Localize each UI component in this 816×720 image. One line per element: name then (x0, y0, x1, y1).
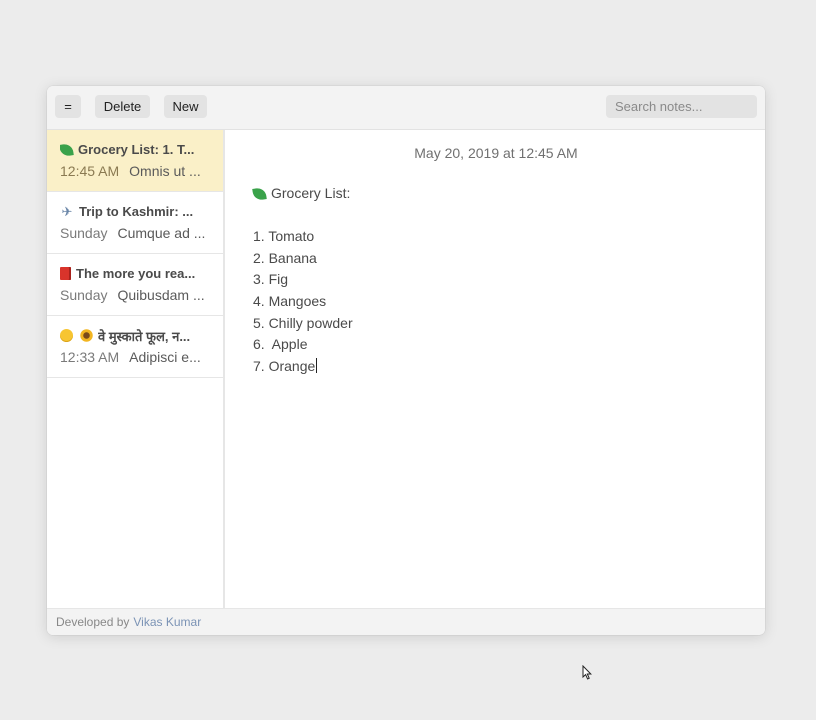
mouse-pointer-icon (582, 665, 592, 680)
list-item: 2. Banana (253, 249, 317, 266)
note-meta: 12:33 AM Adipisci e... (60, 347, 211, 367)
leaf-icon (60, 142, 74, 157)
note-preview: Omnis ut ... (129, 163, 201, 179)
note-title-row: Grocery List: 1. T... (60, 140, 211, 159)
note-heading-text: Grocery List: (271, 185, 351, 201)
plane-icon: ✈ (61, 203, 73, 219)
leaf-icon (252, 186, 267, 201)
note-preview: Quibusdam ... (117, 287, 205, 303)
note-title-row: The more you rea... (60, 264, 211, 283)
note-title: Trip to Kashmir: ... (79, 204, 194, 219)
note-title: Grocery List: 1. T... (78, 142, 195, 157)
list-item-text: 7. Orange (253, 357, 316, 374)
author-link[interactable]: Vikas Kumar (133, 615, 201, 629)
note-time: 12:33 AM (60, 349, 120, 365)
list-item: 4. Mangoes (253, 292, 327, 309)
list-item: 1. Tomato (253, 228, 315, 245)
note-preview: Cumque ad ... (117, 225, 206, 241)
note-list-item-reading[interactable]: The more you rea... Sunday Quibusdam ... (47, 254, 223, 316)
footer-prefix: Developed by (56, 615, 130, 629)
note-date: May 20, 2019 at 12:45 AM (414, 145, 578, 161)
search-input[interactable] (606, 95, 757, 118)
note-meta: 12:45 AM Omnis ut ... (60, 161, 211, 181)
note-editor[interactable]: May 20, 2019 at 12:45 AM Grocery List: 1… (227, 130, 765, 608)
note-title: वे मुस्काते फूल, न... (98, 328, 191, 344)
app-window: = Delete New Grocery List: 1. T... 12:45… (47, 86, 765, 635)
delete-button[interactable]: Delete (95, 95, 150, 118)
notes-list: Grocery List: 1. T... 12:45 AM Omnis ut … (47, 130, 225, 608)
note-title-row: वे मुस्काते फूल, न... (60, 326, 211, 345)
note-list-item-trip[interactable]: ✈ Trip to Kashmir: ... Sunday Cumque ad … (47, 192, 223, 254)
text-caret (316, 357, 318, 373)
note-title: The more you rea... (76, 266, 196, 281)
list-item: 3. Fig (253, 271, 289, 288)
note-preview: Adipisci e... (129, 349, 201, 365)
sunflower-icon (80, 329, 93, 342)
footer: Developed by Vikas Kumar (47, 608, 765, 635)
list-item: 6. Apple (253, 336, 308, 353)
toolbar: = Delete New (47, 86, 765, 130)
note-list-item-grocery[interactable]: Grocery List: 1. T... 12:45 AM Omnis ut … (47, 130, 223, 192)
note-time: 12:45 AM (60, 163, 120, 179)
note-time: Sunday (60, 225, 108, 241)
smile-icon (60, 329, 73, 342)
note-time: Sunday (60, 287, 108, 303)
list-item: 5. Chilly powder (253, 314, 353, 331)
new-note-button[interactable]: New (164, 95, 207, 118)
note-heading: Grocery List: (252, 183, 733, 205)
note-meta: Sunday Cumque ad ... (60, 223, 211, 243)
note-title-row: ✈ Trip to Kashmir: ... (60, 202, 211, 221)
list-item-last: 7. Orange (253, 356, 733, 378)
menu-toggle-button[interactable]: = (55, 95, 81, 118)
note-meta: Sunday Quibusdam ... (60, 285, 211, 305)
book-icon (60, 267, 71, 280)
note-list-item-hindi[interactable]: वे मुस्काते फूल, न... 12:33 AM Adipisci … (47, 316, 223, 378)
note-body[interactable]: Grocery List: 1. Tomato 2. Banana 3. Fig… (252, 183, 733, 378)
